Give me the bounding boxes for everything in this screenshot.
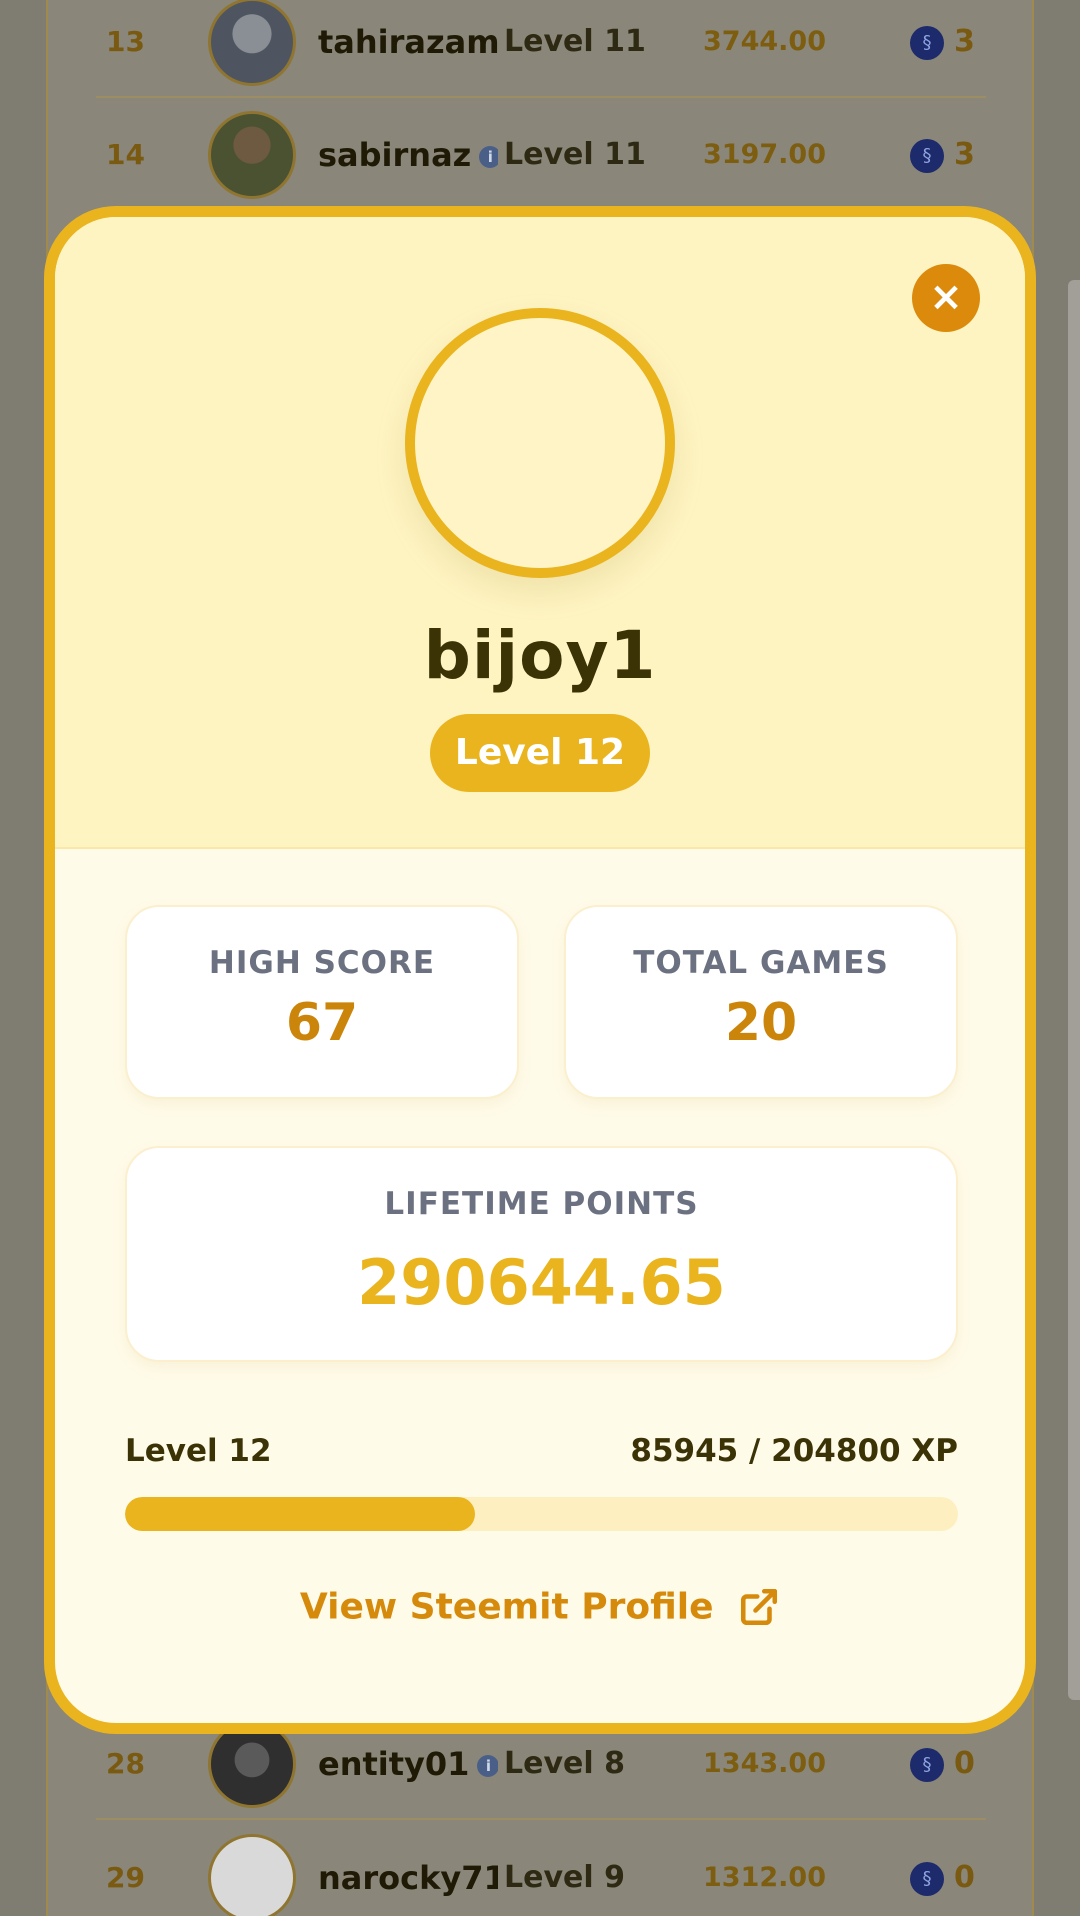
row-points: 3744.00 [703, 26, 826, 57]
xp-count: 85945 / 204800 XP [630, 1433, 958, 1469]
avatar [208, 1834, 296, 1916]
high-score-value: 67 [285, 993, 359, 1053]
total-games-card: TOTAL GAMES 20 [564, 905, 958, 1099]
lifetime-points-value: 290644.65 [357, 1246, 726, 1319]
table-row[interactable]: 14 sabirnaz i Level 11 3197.00 § 3 [96, 99, 986, 211]
view-steemit-profile-link[interactable]: View Steemit Profile [55, 1585, 1025, 1628]
steem-coin-icon: § [910, 139, 944, 173]
high-score-label: HIGH SCORE [208, 945, 436, 981]
row-rank: 29 [106, 1861, 145, 1894]
scrollbar[interactable] [1068, 280, 1080, 1700]
row-reward: 0 [954, 1860, 975, 1895]
steem-coin-icon: § [910, 1862, 944, 1896]
table-row[interactable]: 13 tahirazam Level 11 3744.00 § 3 [96, 0, 986, 98]
xp-progress-bar [125, 1497, 958, 1531]
row-reward: 3 [954, 137, 975, 172]
modal-header: × bijoy1 Level 12 [55, 217, 1025, 849]
row-level: Level 11 [504, 137, 646, 172]
lifetime-points-card: LIFETIME POINTS 290644.65 [125, 1146, 958, 1362]
row-points: 3197.00 [703, 139, 826, 170]
row-points: 1312.00 [703, 1862, 826, 1893]
high-score-card: HIGH SCORE 67 [125, 905, 519, 1099]
xp-level-label: Level 12 [125, 1433, 272, 1469]
row-level: Level 9 [504, 1860, 625, 1895]
row-username: sabirnaz i [318, 99, 498, 211]
row-reward: 3 [954, 24, 975, 59]
table-row[interactable]: 29 narocky71 Level 9 1312.00 § 0 [96, 1822, 986, 1916]
external-link-icon [741, 1588, 778, 1626]
row-username: tahirazam [318, 23, 498, 61]
info-icon[interactable]: i [477, 1755, 498, 1777]
steemit-link-label: View Steemit Profile [299, 1586, 714, 1628]
avatar [208, 0, 296, 86]
avatar [208, 111, 296, 199]
close-button[interactable]: × [912, 264, 980, 332]
profile-avatar [405, 308, 675, 578]
profile-username: bijoy1 [423, 617, 657, 694]
row-rank: 13 [106, 25, 145, 58]
info-icon[interactable]: i [479, 146, 498, 168]
xp-progress-header: Level 12 85945 / 204800 XP [125, 1433, 958, 1473]
row-rank: 14 [106, 138, 145, 171]
level-badge: Level 12 [430, 714, 650, 792]
profile-modal: × bijoy1 Level 12 HIGH SCORE 67 TOTAL GA… [44, 206, 1036, 1734]
steem-coin-icon: § [910, 1748, 944, 1782]
row-level: Level 11 [504, 24, 646, 59]
row-username: narocky71 [318, 1859, 498, 1897]
xp-progress-fill [125, 1497, 475, 1531]
total-games-value: 20 [724, 993, 798, 1053]
total-games-label: TOTAL GAMES [633, 945, 889, 981]
steem-coin-icon: § [910, 26, 944, 60]
lifetime-points-label: LIFETIME POINTS [384, 1186, 699, 1222]
